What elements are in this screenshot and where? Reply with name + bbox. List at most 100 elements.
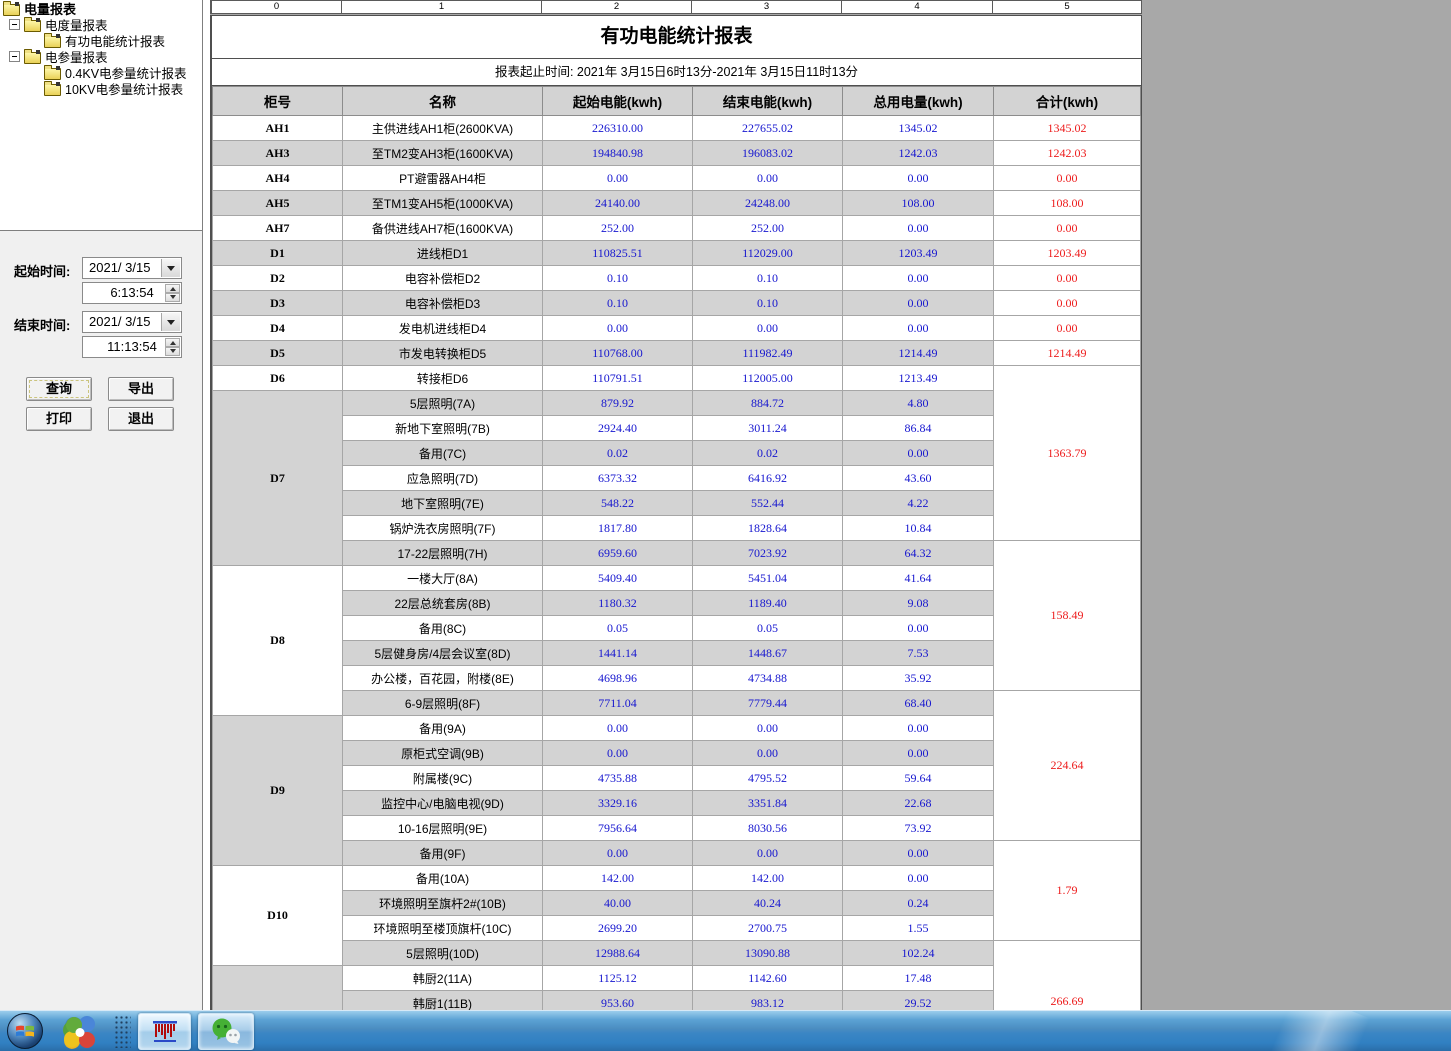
colorful-swirl-app-icon[interactable] [62,1014,98,1050]
taskbar-light-streak [1270,1010,1370,1051]
sheet-column-header[interactable]: 5 [993,0,1142,14]
cabinet-cell: D2 [213,266,343,291]
value-cell: 112029.00 [693,241,843,266]
value-cell: 7711.04 [543,691,693,716]
value-cell: 0.24 [843,891,994,916]
group-cabinet-cell: D10 [213,866,343,966]
value-cell: 1242.03 [843,141,994,166]
total-cell: 1214.49 [994,341,1141,366]
value-cell: 110825.51 [543,241,693,266]
taskbar [0,1010,1451,1051]
folder-icon [3,4,20,16]
sheet-column-header[interactable]: 2 [542,0,692,14]
value-cell: 227655.02 [693,116,843,141]
value-cell: 194840.98 [543,141,693,166]
value-cell: 1189.40 [693,591,843,616]
value-cell: 4.22 [843,491,994,516]
spin-up-button[interactable] [165,338,180,347]
name-cell: 6-9层照明(8F) [343,691,543,716]
spin-down-button[interactable] [165,347,180,356]
value-cell: 142.00 [543,866,693,891]
chevron-down-icon [167,320,175,329]
sheet-column-header[interactable]: 3 [692,0,842,14]
spin-up-button[interactable] [165,284,180,293]
value-cell: 40.00 [543,891,693,916]
column-header-row: 012345 [210,0,1142,14]
value-cell: 112005.00 [693,366,843,391]
value-cell: 13090.88 [693,941,843,966]
name-cell: 备用(10A) [343,866,543,891]
sheet-column-header[interactable]: 1 [342,0,542,14]
end-date-dropdown-button[interactable] [161,313,180,331]
table-row: D4发电机进线柜D40.000.000.000.00 [213,316,1141,341]
value-cell: 0.10 [693,291,843,316]
value-cell: 86.84 [843,416,994,441]
name-cell: 至TM1变AH5柜(1000KVA) [343,191,543,216]
value-cell: 24248.00 [693,191,843,216]
start-date-combobox[interactable]: 2021/ 3/15 [82,257,182,279]
report-app-icon [151,1019,179,1045]
start-time-value: 6:13:54 [110,285,153,300]
name-cell: 备供进线AH7柜(1600KVA) [343,216,543,241]
windows-start-button[interactable] [7,1013,43,1049]
value-cell: 1214.49 [843,341,994,366]
group-total-cell: 266.69 [994,941,1141,1011]
value-cell: 41.64 [843,566,994,591]
value-cell: 0.00 [843,716,994,741]
value-cell: 1817.80 [543,516,693,541]
value-cell: 0.00 [543,166,693,191]
table-column-header: 名称 [343,87,543,116]
spin-down-button[interactable] [165,293,180,302]
report-app-taskbar-button[interactable] [138,1013,191,1050]
group-cabinet-cell [213,966,343,1011]
print-button[interactable]: 打印 [26,407,92,431]
name-cell: 5层健身房/4层会议室(8D) [343,641,543,666]
value-cell: 548.22 [543,491,693,516]
end-time-spinner[interactable]: 11:13:54 [82,336,182,358]
report-area: 012345 有功电能统计报表 报表起止时间: 2021年 3月15日6时13分… [210,0,1451,1010]
value-cell: 35.92 [843,666,994,691]
name-cell: 原柜式空调(9B) [343,741,543,766]
taskbar-drag-grip[interactable] [114,1015,131,1048]
collapse-box-icon[interactable] [9,51,20,62]
start-date-dropdown-button[interactable] [161,259,180,277]
name-cell: 17-22层照明(7H) [343,541,543,566]
value-cell: 5409.40 [543,566,693,591]
end-time-spin-buttons[interactable] [165,338,180,356]
collapse-box-icon[interactable] [9,19,20,30]
table-row: AH4PT避雷器AH4柜0.000.000.000.00 [213,166,1141,191]
name-cell: 韩厨1(11B) [343,991,543,1011]
value-cell: 1345.02 [843,116,994,141]
value-cell: 73.92 [843,816,994,841]
name-cell: 环境照明至旗杆2#(10B) [343,891,543,916]
value-cell: 0.00 [843,841,994,866]
name-cell: 备用(8C) [343,616,543,641]
name-cell: 备用(7C) [343,441,543,466]
table-column-header: 总用电量(kwh) [843,87,994,116]
cabinet-cell: D3 [213,291,343,316]
sheet-column-header[interactable]: 0 [210,0,342,14]
start-time-spinner[interactable]: 6:13:54 [82,282,182,304]
name-cell: 锅炉洗衣房照明(7F) [343,516,543,541]
sheet-column-header[interactable]: 4 [842,0,993,14]
value-cell: 1448.67 [693,641,843,666]
query-button[interactable]: 查询 [26,377,92,401]
value-cell: 879.92 [543,391,693,416]
value-cell: 1203.49 [843,241,994,266]
tree-item[interactable]: 10KV电参量统计报表 [0,80,202,96]
value-cell: 24140.00 [543,191,693,216]
cabinet-cell: AH1 [213,116,343,141]
chevron-down-icon [167,266,175,275]
value-cell: 0.00 [693,316,843,341]
value-cell: 226310.00 [543,116,693,141]
wechat-taskbar-button[interactable] [198,1013,254,1050]
group-total-cell: 1363.79 [994,366,1141,541]
value-cell: 0.00 [693,841,843,866]
value-cell: 29.52 [843,991,994,1011]
export-button[interactable]: 导出 [108,377,174,401]
end-date-combobox[interactable]: 2021/ 3/15 [82,311,182,333]
start-time-spin-buttons[interactable] [165,284,180,302]
value-cell: 142.00 [693,866,843,891]
table-row: AH1主供进线AH1柜(2600KVA)226310.00227655.0213… [213,116,1141,141]
exit-button[interactable]: 退出 [108,407,174,431]
